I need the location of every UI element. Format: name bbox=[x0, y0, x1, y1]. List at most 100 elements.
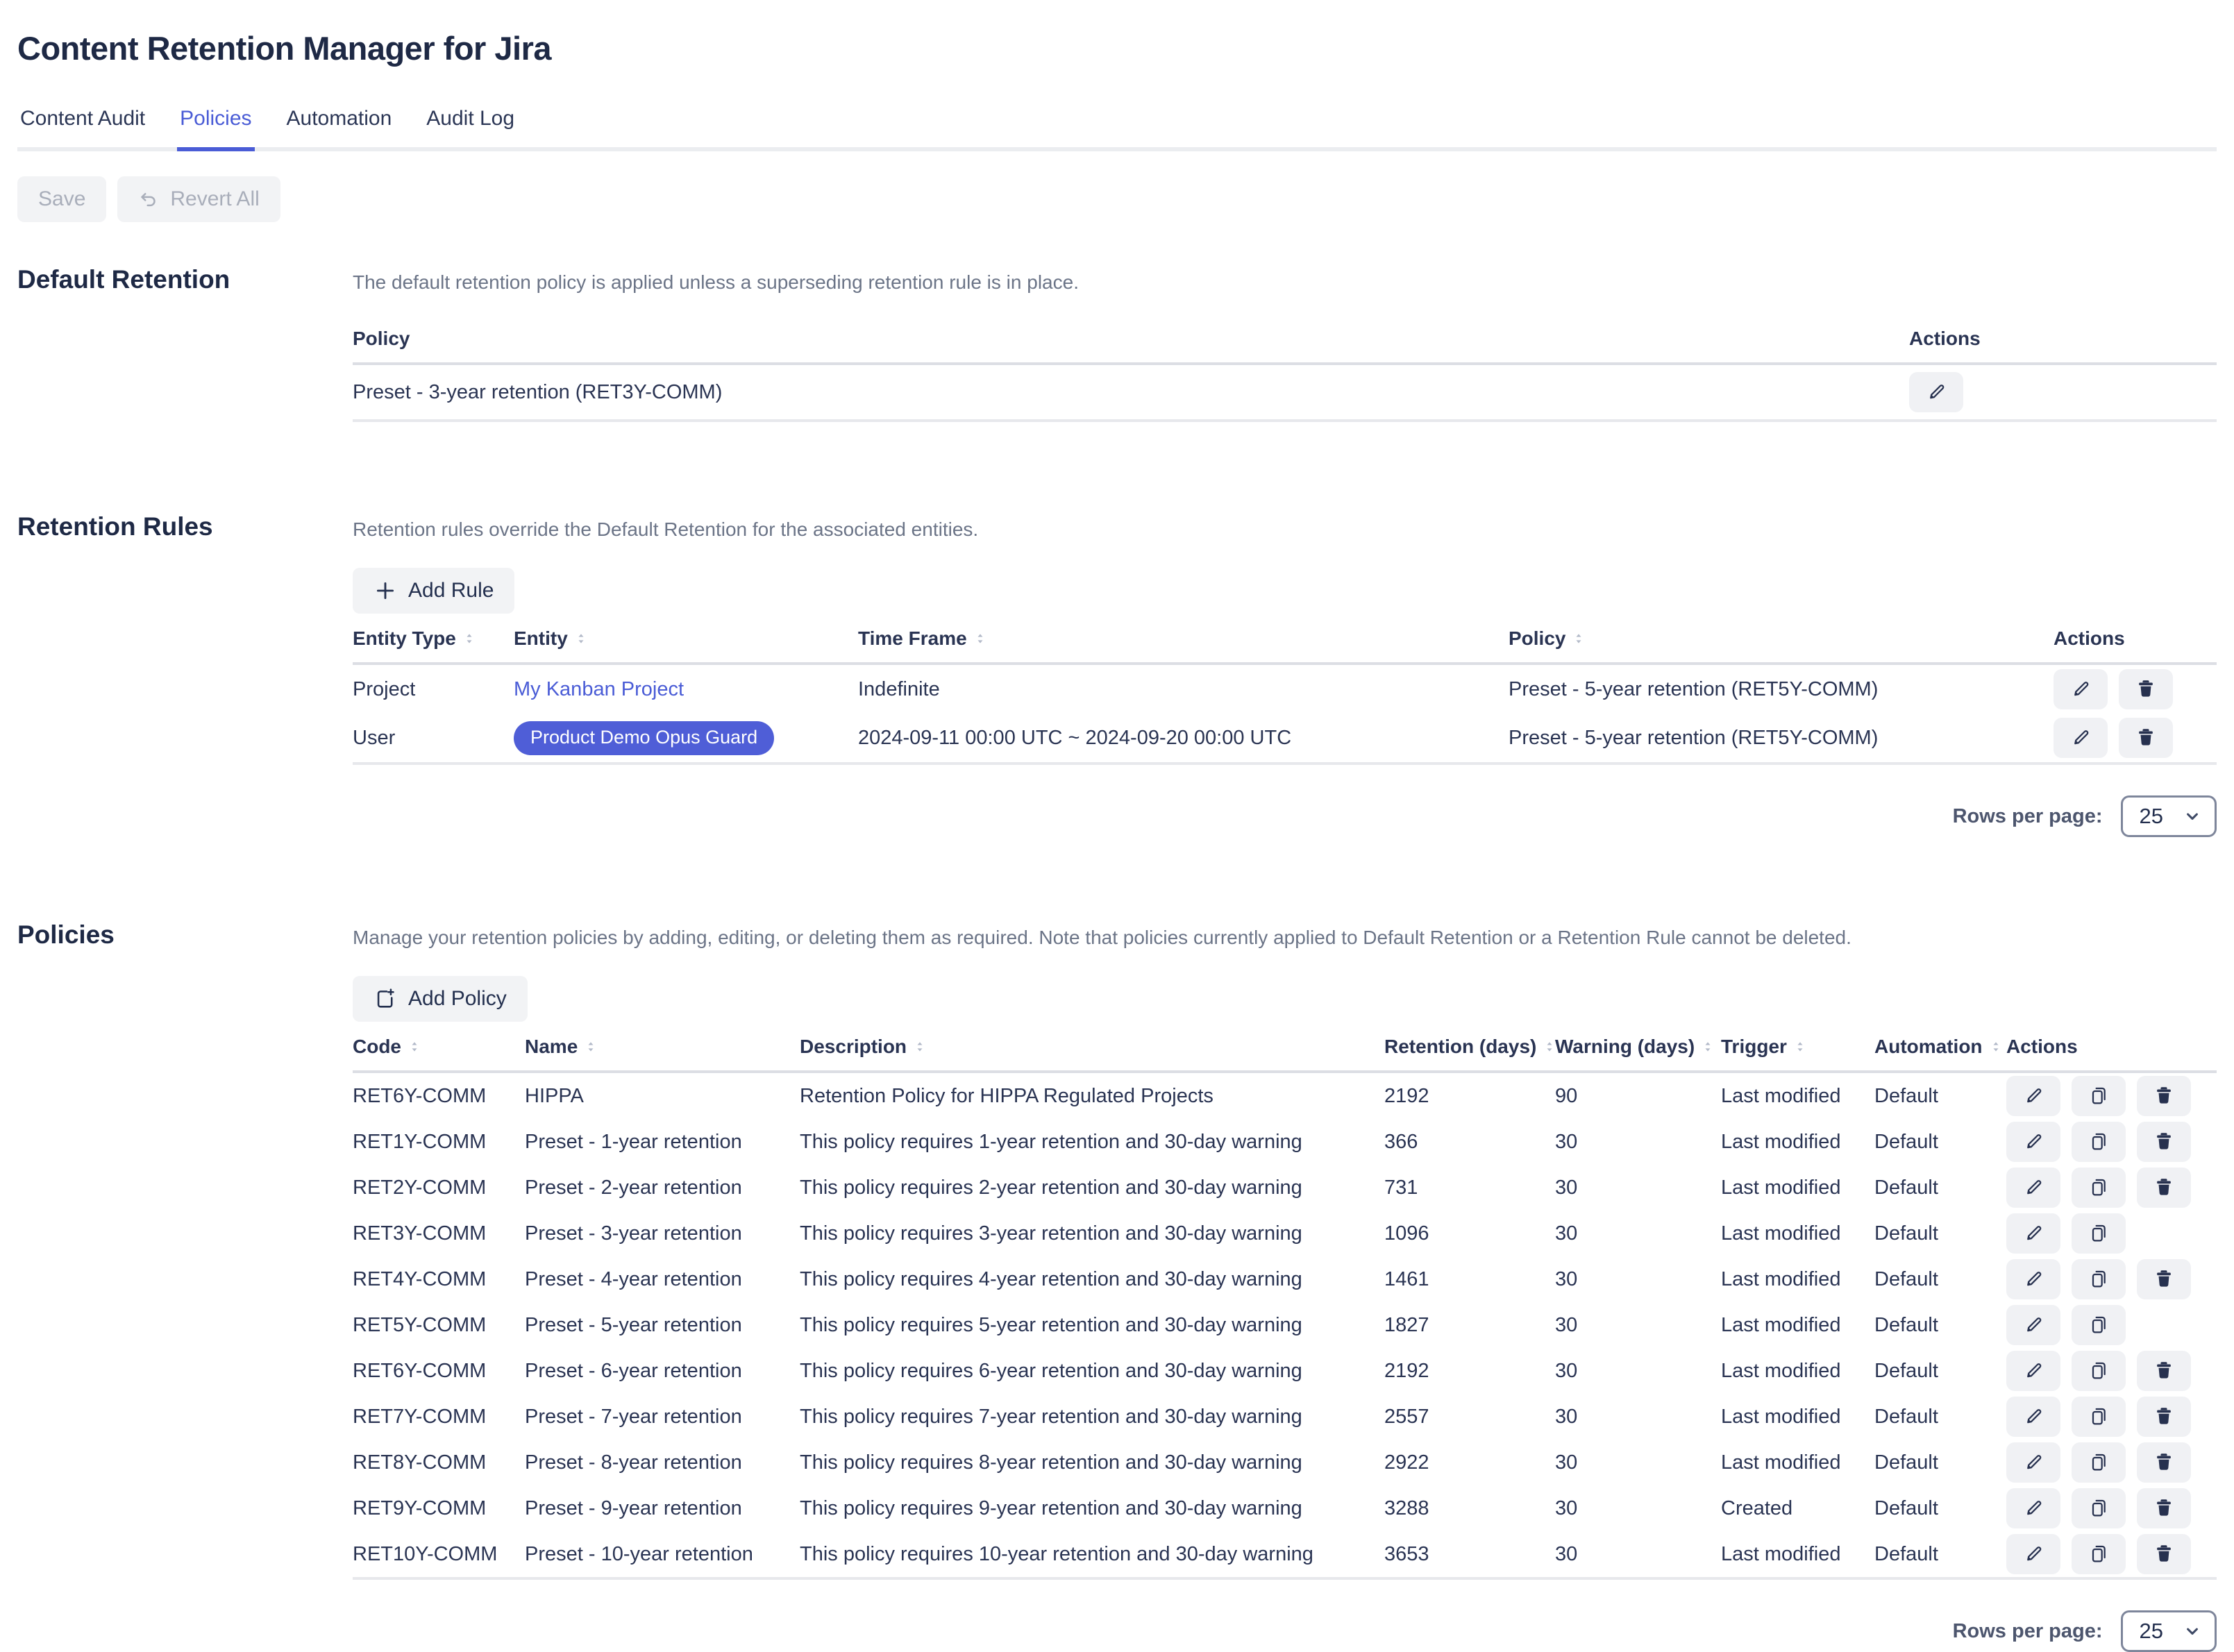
retention-rules-table-body: ProjectMy Kanban ProjectIndefinitePreset… bbox=[353, 665, 2217, 765]
retention-rules-table: Entity TypeEntityTime FramePolicyActions… bbox=[353, 627, 2217, 765]
sort-arrows-icon bbox=[574, 630, 588, 648]
code-cell: RET6Y-COMM bbox=[353, 1085, 525, 1108]
entity-cell: Product Demo Opus Guard bbox=[514, 721, 858, 755]
name-cell: Preset - 6-year retention bbox=[525, 1360, 800, 1383]
column-header-entity[interactable]: Entity bbox=[514, 627, 858, 650]
table-row: RET5Y-COMMPreset - 5-year retentionThis … bbox=[353, 1302, 2217, 1348]
delete-button[interactable] bbox=[2137, 1488, 2191, 1528]
description-cell: This policy requires 6-year retention an… bbox=[800, 1360, 1384, 1383]
copy-button[interactable] bbox=[2072, 1076, 2126, 1116]
column-header-code[interactable]: Code bbox=[353, 1036, 525, 1058]
retention-days-cell: 2557 bbox=[1384, 1406, 1555, 1428]
actions-cell bbox=[2006, 1531, 2217, 1577]
actions-cell bbox=[2006, 1119, 2217, 1165]
column-header-name[interactable]: Name bbox=[525, 1036, 800, 1058]
copy-button[interactable] bbox=[2072, 1534, 2126, 1574]
table-row: ProjectMy Kanban ProjectIndefinitePreset… bbox=[353, 665, 2217, 714]
column-header-time-frame[interactable]: Time Frame bbox=[858, 627, 1509, 650]
warning-days-cell: 30 bbox=[1555, 1177, 1721, 1199]
delete-button[interactable] bbox=[2137, 1442, 2191, 1483]
column-header-trigger[interactable]: Trigger bbox=[1721, 1036, 1874, 1058]
edit-button[interactable] bbox=[2006, 1397, 2060, 1437]
column-header-entity-type[interactable]: Entity Type bbox=[353, 627, 514, 650]
delete-button[interactable] bbox=[2137, 1076, 2191, 1116]
code-cell: RET1Y-COMM bbox=[353, 1131, 525, 1154]
edit-button[interactable] bbox=[2006, 1213, 2060, 1254]
sort-arrows-icon bbox=[462, 630, 476, 648]
edit-button[interactable] bbox=[2006, 1351, 2060, 1391]
sort-arrows-icon bbox=[1793, 1038, 1807, 1056]
time-frame-cell: Indefinite bbox=[858, 678, 1509, 701]
copy-button[interactable] bbox=[2072, 1305, 2126, 1345]
pencil-icon bbox=[2022, 1222, 2044, 1246]
warning-days-cell: 30 bbox=[1555, 1268, 1721, 1291]
copy-button[interactable] bbox=[2072, 1168, 2126, 1208]
add-policy-button[interactable]: Add Policy bbox=[353, 976, 528, 1022]
revert-all-button-label: Revert All bbox=[170, 187, 259, 211]
copy-icon bbox=[2088, 1313, 2110, 1338]
delete-button[interactable] bbox=[2137, 1259, 2191, 1299]
copy-button[interactable] bbox=[2072, 1442, 2126, 1483]
content-retention-manager-page: Content Retention Manager for Jira Conte… bbox=[0, 0, 2234, 1652]
edit-button[interactable] bbox=[2006, 1259, 2060, 1299]
copy-button[interactable] bbox=[2072, 1213, 2126, 1254]
sort-arrows-icon bbox=[584, 1038, 598, 1056]
column-header-warning-days[interactable]: Warning (days) bbox=[1555, 1036, 1721, 1058]
edit-button[interactable] bbox=[2054, 718, 2108, 758]
add-policy-button-label: Add Policy bbox=[408, 987, 507, 1011]
delete-button[interactable] bbox=[2119, 718, 2173, 758]
trigger-cell: Last modified bbox=[1721, 1543, 1874, 1566]
edit-button[interactable] bbox=[2006, 1442, 2060, 1483]
retention-days-cell: 3653 bbox=[1384, 1543, 1555, 1566]
trash-icon bbox=[2153, 1542, 2175, 1567]
edit-button[interactable] bbox=[1909, 372, 1963, 412]
copy-button[interactable] bbox=[2072, 1488, 2126, 1528]
column-header-policy[interactable]: Policy bbox=[1509, 627, 2054, 650]
trigger-cell: Last modified bbox=[1721, 1451, 1874, 1474]
edit-button[interactable] bbox=[2006, 1488, 2060, 1528]
default-retention-description: The default retention policy is applied … bbox=[353, 269, 2217, 296]
sort-arrows-icon bbox=[1701, 1038, 1715, 1056]
edit-button[interactable] bbox=[2006, 1122, 2060, 1162]
pencil-icon bbox=[2069, 726, 2092, 750]
copy-button[interactable] bbox=[2072, 1259, 2126, 1299]
edit-button[interactable] bbox=[2006, 1076, 2060, 1116]
delete-button[interactable] bbox=[2119, 669, 2173, 709]
tab-audit-log[interactable]: Audit Log bbox=[423, 107, 517, 147]
delete-button[interactable] bbox=[2137, 1351, 2191, 1391]
column-header-automation[interactable]: Automation bbox=[1874, 1036, 2006, 1058]
column-header-description[interactable]: Description bbox=[800, 1036, 1384, 1058]
tab-policies[interactable]: Policies bbox=[177, 107, 254, 147]
copy-button[interactable] bbox=[2072, 1351, 2126, 1391]
delete-button[interactable] bbox=[2137, 1534, 2191, 1574]
policies-heading: Policies bbox=[17, 920, 353, 950]
edit-button[interactable] bbox=[2054, 669, 2108, 709]
rows-per-page-select[interactable]: 25 bbox=[2121, 795, 2217, 837]
actions-cell bbox=[2006, 1440, 2217, 1485]
rows-per-page-select[interactable]: 25 bbox=[2121, 1610, 2217, 1652]
revert-all-button[interactable]: Revert All bbox=[117, 176, 280, 222]
undo-icon bbox=[138, 189, 159, 210]
policies-addbar: Add Policy bbox=[353, 976, 2217, 1022]
save-button[interactable]: Save bbox=[17, 176, 106, 222]
tab-content-audit[interactable]: Content Audit bbox=[17, 107, 148, 147]
name-cell: Preset - 3-year retention bbox=[525, 1222, 800, 1245]
edit-button[interactable] bbox=[2006, 1168, 2060, 1208]
column-header-retention-days[interactable]: Retention (days) bbox=[1384, 1036, 1555, 1058]
edit-button[interactable] bbox=[2006, 1534, 2060, 1574]
table-row: RET2Y-COMMPreset - 2-year retentionThis … bbox=[353, 1165, 2217, 1211]
copy-button[interactable] bbox=[2072, 1122, 2126, 1162]
add-rule-button[interactable]: Add Rule bbox=[353, 568, 514, 614]
copy-button[interactable] bbox=[2072, 1397, 2126, 1437]
retention-days-cell: 2922 bbox=[1384, 1451, 1555, 1474]
retention-days-cell: 3288 bbox=[1384, 1497, 1555, 1520]
delete-button[interactable] bbox=[2137, 1122, 2191, 1162]
pencil-icon bbox=[2022, 1130, 2044, 1154]
entity-link[interactable]: My Kanban Project bbox=[514, 678, 684, 700]
delete-button[interactable] bbox=[2137, 1168, 2191, 1208]
trash-icon bbox=[2153, 1359, 2175, 1383]
delete-button[interactable] bbox=[2137, 1397, 2191, 1437]
edit-button[interactable] bbox=[2006, 1305, 2060, 1345]
pencil-icon bbox=[2022, 1084, 2044, 1109]
tab-automation[interactable]: Automation bbox=[284, 107, 395, 147]
